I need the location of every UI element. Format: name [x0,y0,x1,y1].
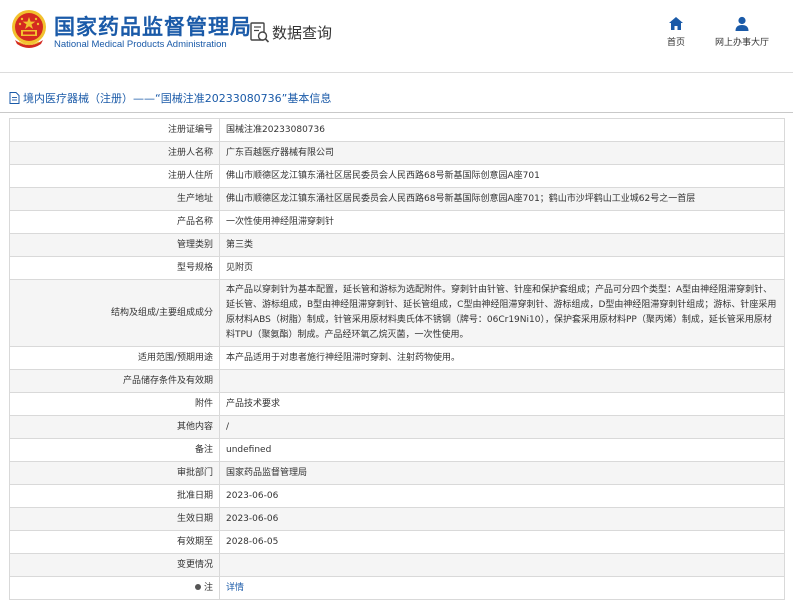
table-row: 注册人名称 广东百越医疗器械有限公司 [9,141,785,165]
table-row: 审批部门 国家药品监督管理局 [9,461,785,485]
row-label: 批准日期 [9,484,220,508]
row-label: 注册人名称 [9,141,220,165]
row-value: 详情 [219,576,785,600]
row-value: 佛山市顺德区龙江镇东涌社区居民委员会人民西路68号新基国际创意园A座701 [219,164,785,188]
table-row: 注 详情 [9,576,785,600]
row-value: / [219,415,785,439]
nav-service-hall-label: 网上办事大厅 [714,38,769,48]
row-label: 审批部门 [9,461,220,485]
row-label: 注册人住所 [9,164,220,188]
table-row: 管理类别 第三类 [9,233,785,257]
bullet-icon [194,584,201,590]
row-label: 注册证编号 [9,118,220,142]
row-label: 结构及组成/主要组成成分 [9,279,220,347]
row-value [219,369,785,393]
user-icon [735,16,749,31]
breadcrumb-divider [0,112,793,113]
table-row: 型号规格 见附页 [9,256,785,280]
row-label: 备注 [9,438,220,462]
query-title: 数据查询 [272,24,333,42]
table-row: 适用范围/预期用途 本产品适用于对患者施行神经阻滞时穿刺、注射药物使用。 [9,346,785,370]
table-row: 结构及组成/主要组成成分 本产品以穿刺针为基本配置，延长管和游标为选配附件。穿刺… [9,279,785,347]
row-value: 本产品适用于对患者施行神经阻滞时穿刺、注射药物使用。 [219,346,785,370]
row-value: 国械注准20233080736 [219,118,785,142]
table-row: 备注 undefined [9,438,785,462]
table-row: 变更情况 [9,553,785,577]
table-row: 产品储存条件及有效期 [9,369,785,393]
table-row: 附件 产品技术要求 [9,392,785,416]
row-value: 见附页 [219,256,785,280]
row-label: 注 [203,582,213,593]
row-value: 2028-06-05 [219,530,785,554]
row-value: 一次性使用神经阻滞穿刺针 [219,210,785,234]
row-value: 国家药品监督管理局 [219,461,785,485]
data-query-icon [250,22,270,43]
row-value: 本产品以穿刺针为基本配置，延长管和游标为选配附件。穿刺针由针管、针座和保护套组成… [219,279,785,347]
row-value: 2023-06-06 [219,484,785,508]
breadcrumb: 境内医疗器械（注册）——“国械注准20233080736”基本信息 [9,90,331,106]
emblem-logo[interactable] [9,8,49,50]
row-label: 变更情况 [9,553,220,577]
row-value: 广东百越医疗器械有限公司 [219,141,785,165]
row-value: undefined [219,438,785,462]
row-label: 附件 [9,392,220,416]
row-value [219,553,785,577]
header-divider [0,72,793,73]
row-label: 生产地址 [9,187,220,211]
row-label: 产品储存条件及有效期 [9,369,220,393]
row-label: 产品名称 [9,210,220,234]
nav-home-link[interactable]: 首页 [662,16,690,48]
note-label-cell: 注 [9,576,220,600]
row-value: 2023-06-06 [219,507,785,531]
home-icon [669,17,683,30]
table-row: 注册人住所 佛山市顺德区龙江镇东涌社区居民委员会人民西路68号新基国际创意园A座… [9,164,785,188]
row-label: 其他内容 [9,415,220,439]
row-label: 管理类别 [9,233,220,257]
table-row: 产品名称 一次性使用神经阻滞穿刺针 [9,210,785,234]
table-row: 批准日期 2023-06-06 [9,484,785,508]
row-label: 生效日期 [9,507,220,531]
table-row: 有效期至 2028-06-05 [9,530,785,554]
table-row: 生效日期 2023-06-06 [9,507,785,531]
org-name-en: National Medical Products Administration [54,39,227,50]
row-value: 佛山市顺德区龙江镇东涌社区居民委员会人民西路68号新基国际创意园A座701；鹤山… [219,187,785,211]
table-row: 注册证编号 国械注准20233080736 [9,118,785,142]
row-label: 有效期至 [9,530,220,554]
row-label: 型号规格 [9,256,220,280]
row-label: 适用范围/预期用途 [9,346,220,370]
nav-service-hall-link[interactable]: 网上办事大厅 [708,16,776,48]
detail-table: 注册证编号 国械注准20233080736 注册人名称 广东百越医疗器械有限公司… [9,118,785,600]
breadcrumb-text: 境内医疗器械（注册）——“国械注准20233080736”基本信息 [23,92,332,105]
site-header: 国家药品监督管理局 National Medical Products Admi… [0,0,793,62]
row-value: 产品技术要求 [219,392,785,416]
row-value: 第三类 [219,233,785,257]
nav-home-label: 首页 [666,38,685,48]
table-row: 生产地址 佛山市顺德区龙江镇东涌社区居民委员会人民西路68号新基国际创意园A座7… [9,187,785,211]
table-row: 其他内容 / [9,415,785,439]
org-name-cn[interactable]: 国家药品监督管理局 [54,11,252,41]
document-icon [9,92,20,104]
details-link[interactable]: 详情 [226,583,244,593]
